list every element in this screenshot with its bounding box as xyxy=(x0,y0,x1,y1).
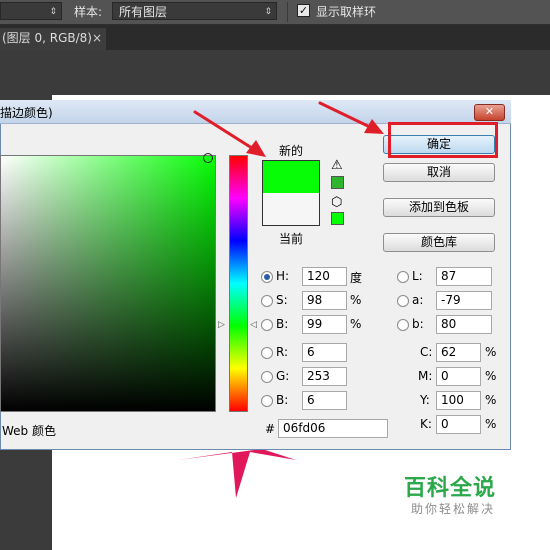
arrow-to-ok-button xyxy=(318,101,374,130)
arrow-to-new-color xyxy=(193,110,257,152)
watermark-subtitle: 助你轻松解决 xyxy=(411,502,496,516)
watermark-title: 百科全说 xyxy=(404,476,497,501)
arrow-head-new-color xyxy=(246,140,266,157)
annotation-arrows xyxy=(193,101,384,157)
